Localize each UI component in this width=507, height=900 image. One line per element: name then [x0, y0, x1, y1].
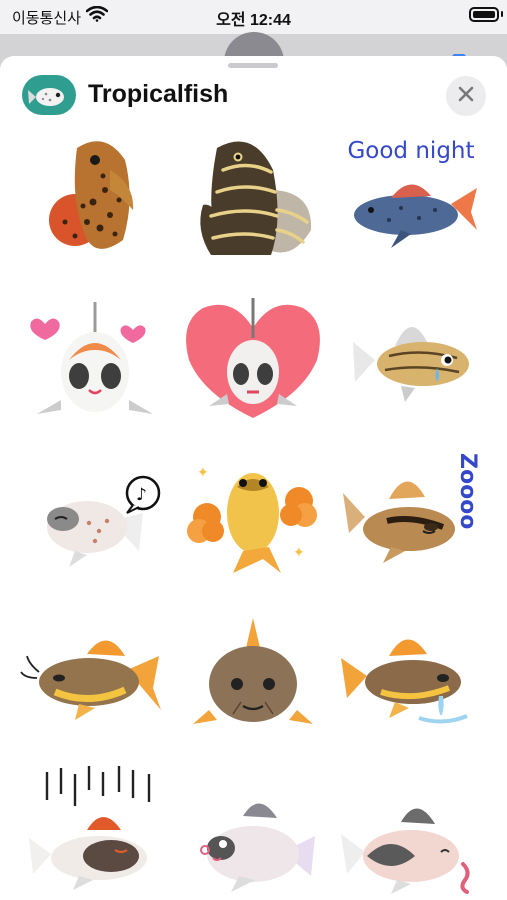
svg-text:♪: ♪: [136, 485, 147, 505]
grey-pink-fish-sticker[interactable]: [173, 760, 333, 900]
app-title: Tropicalfish: [88, 80, 229, 108]
front-facing-fish-sticker[interactable]: [173, 606, 333, 746]
crying-spotted-fish-sticker[interactable]: [331, 290, 491, 430]
pink-fish-with-worm-sticker[interactable]: [331, 760, 491, 900]
rainy-gloomy-fish-sticker[interactable]: [15, 760, 175, 900]
sheet-grabber[interactable]: [228, 63, 278, 68]
good-night-caption: Good night: [347, 138, 475, 164]
striped-zebra-fish-sticker[interactable]: [173, 130, 333, 270]
status-time: 오전 12:44: [216, 12, 291, 29]
sticker-sheet: Tropicalfish Good night ♪ ✦ ✦ Zoooo: [0, 56, 507, 900]
fish-in-heart-sticker[interactable]: [173, 290, 333, 430]
brown-spotted-fish-sticker[interactable]: [15, 130, 175, 270]
good-night-pleco-sticker[interactable]: Good night: [331, 130, 491, 270]
close-icon: [458, 86, 474, 107]
status-bar: 이동통신사 오전 12:44: [0, 0, 507, 34]
catfish-sticker[interactable]: [15, 606, 175, 746]
svg-text:✦: ✦: [293, 544, 305, 560]
fish-app-icon: [22, 75, 76, 115]
golden-fish-with-flowers-sticker[interactable]: ✦ ✦: [173, 447, 333, 587]
battery-tip: [501, 11, 503, 17]
drooling-orange-fish-sticker[interactable]: [331, 606, 491, 746]
close-button[interactable]: [446, 76, 486, 116]
zzz-caption: Zoooo: [455, 453, 480, 530]
battery-icon: [469, 7, 499, 22]
fish-with-music-bubble-sticker[interactable]: ♪: [15, 447, 175, 587]
svg-text:✦: ✦: [197, 464, 209, 480]
sleeping-fish-zzz-sticker[interactable]: Zoooo: [331, 447, 491, 587]
fish-with-hearts-sticker[interactable]: [15, 290, 175, 430]
